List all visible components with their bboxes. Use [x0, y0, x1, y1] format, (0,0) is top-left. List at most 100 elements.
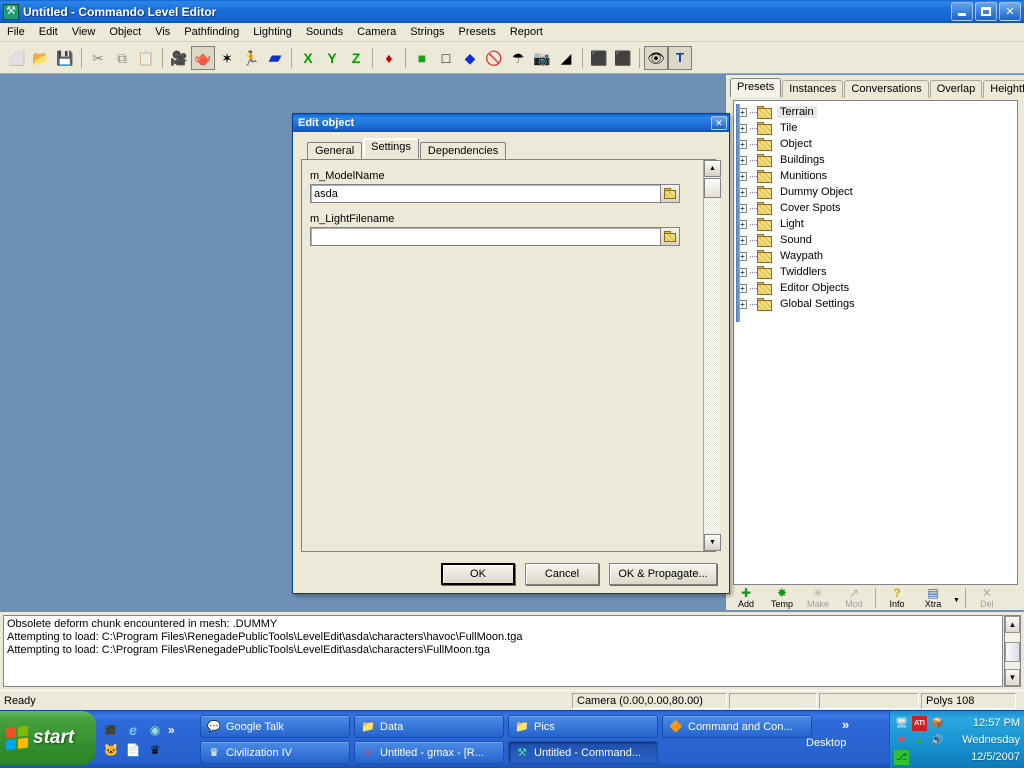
panel-tab-instances[interactable]: Instances: [782, 80, 843, 98]
log-scroll-down-button[interactable]: ▼: [1005, 669, 1020, 686]
drop-to-ground-icon[interactable]: ♦: [377, 46, 401, 70]
tiger-icon[interactable]: 🐱: [102, 741, 120, 759]
tree-item-munitions[interactable]: +Munitions: [738, 168, 1017, 184]
volume-icon[interactable]: 🔊: [930, 733, 945, 748]
ati-icon[interactable]: ATI: [912, 716, 927, 731]
axis-z-icon[interactable]: Z: [344, 46, 368, 70]
panel-tab-heightfield[interactable]: Heightfield: [983, 80, 1024, 98]
log-scroll-up-button[interactable]: ▲: [1005, 616, 1020, 633]
tree-item-twiddlers[interactable]: +Twiddlers: [738, 264, 1017, 280]
axis-gizmo-icon[interactable]: ✶: [215, 46, 239, 70]
internet-explorer-icon[interactable]: e: [124, 721, 142, 739]
save-disk-icon[interactable]: 💾: [53, 46, 77, 70]
green-cube-icon[interactable]: ■: [410, 46, 434, 70]
avg-icon[interactable]: ▲: [912, 733, 927, 748]
camera-path-icon[interactable]: 📷: [530, 46, 554, 70]
walk-mode-icon[interactable]: 🏃: [239, 46, 263, 70]
input-m_LightFilename[interactable]: [310, 227, 661, 246]
open-folder-icon[interactable]: 📂: [29, 46, 53, 70]
paste-clipboard-icon[interactable]: 📋: [134, 46, 158, 70]
panel-button-xtra[interactable]: ▤Xtra: [915, 585, 951, 610]
color-blocks-icon[interactable]: ⬛: [611, 46, 635, 70]
dialog-tab-dependencies[interactable]: Dependencies: [420, 142, 506, 160]
menu-item-strings[interactable]: Strings: [403, 24, 451, 40]
panel-button-make[interactable]: ✳Make: [800, 585, 836, 610]
task-button-4[interactable]: ♛Civilization IV: [200, 741, 350, 764]
panel-tab-overlap[interactable]: Overlap: [930, 80, 983, 98]
no-entry-icon[interactable]: 🚫: [482, 46, 506, 70]
task-button-6[interactable]: ⚒Untitled - Command...: [508, 741, 658, 764]
task-button-2[interactable]: 📁Pics: [508, 715, 658, 738]
menu-item-vis[interactable]: Vis: [148, 24, 177, 40]
log-scrollbar[interactable]: ▲ ▼: [1004, 615, 1021, 687]
desktop-toolbar-label[interactable]: Desktop: [806, 737, 846, 749]
menu-item-edit[interactable]: Edit: [32, 24, 65, 40]
scroll-thumb[interactable]: [704, 178, 721, 198]
tree-item-sound[interactable]: +Sound: [738, 232, 1017, 248]
panel-button-temp[interactable]: ✸Temp: [764, 585, 800, 610]
menu-item-presets[interactable]: Presets: [452, 24, 503, 40]
scroll-up-button[interactable]: ▲: [704, 160, 721, 177]
tree-item-waypath[interactable]: +Waypath: [738, 248, 1017, 264]
menu-item-pathfinding[interactable]: Pathfinding: [177, 24, 246, 40]
cut-scissors-icon[interactable]: ✂: [86, 46, 110, 70]
close-button[interactable]: ✕: [999, 2, 1021, 21]
start-button[interactable]: start: [0, 711, 96, 765]
menu-item-camera[interactable]: Camera: [350, 24, 403, 40]
scroll-down-button[interactable]: ▼: [704, 534, 721, 551]
task-button-5[interactable]: ⑂Untitled - gmax - [R...: [354, 741, 504, 764]
lightbulb-icon[interactable]: ☂: [506, 46, 530, 70]
task-overflow-icon[interactable]: »: [842, 717, 849, 732]
network-activity-icon[interactable]: ⎇: [894, 750, 909, 765]
tree-item-cover-spots[interactable]: +Cover Spots: [738, 200, 1017, 216]
new-icon[interactable]: ⬜: [5, 46, 29, 70]
presets-tree[interactable]: +Terrain+Tile+Object+Buildings+Munitions…: [733, 100, 1018, 585]
wireframe-cube-icon[interactable]: □: [434, 46, 458, 70]
tree-item-buildings[interactable]: +Buildings: [738, 152, 1017, 168]
tree-item-light[interactable]: +Light: [738, 216, 1017, 232]
axis-x-icon[interactable]: X: [296, 46, 320, 70]
document-icon[interactable]: 📄: [124, 741, 142, 759]
log-scroll-thumb[interactable]: [1005, 642, 1020, 662]
network-icon[interactable]: 🖥: [894, 716, 909, 731]
minimize-button[interactable]: [951, 2, 973, 21]
colored-cubes-icon[interactable]: ⬛: [587, 46, 611, 70]
eye-visibility-icon[interactable]: 👁: [644, 46, 668, 70]
menu-item-lighting[interactable]: Lighting: [246, 24, 299, 40]
tree-item-terrain[interactable]: +Terrain: [738, 104, 1017, 120]
tree-item-tile[interactable]: +Tile: [738, 120, 1017, 136]
dialog-tab-general[interactable]: General: [307, 142, 362, 160]
menu-item-object[interactable]: Object: [102, 24, 148, 40]
camera-icon[interactable]: 🎥: [167, 46, 191, 70]
dialog-close-button[interactable]: ✕: [711, 116, 727, 130]
panel-button-del[interactable]: ✕Del: [969, 585, 1005, 610]
maximize-button[interactable]: [975, 2, 997, 21]
axis-y-icon[interactable]: Y: [320, 46, 344, 70]
panel-tab-conversations[interactable]: Conversations: [844, 80, 928, 98]
output-log[interactable]: Obsolete deform chunk encountered in mes…: [3, 615, 1003, 687]
bf2142-icon[interactable]: ⬛: [102, 721, 120, 739]
media-icon[interactable]: ◉: [146, 721, 164, 739]
teapot-object-icon[interactable]: 🫖: [191, 46, 215, 70]
quicklaunch-overflow-icon[interactable]: »: [168, 721, 175, 737]
dialog-scrollbar[interactable]: ▲ ▼: [703, 160, 720, 551]
angle-tool-icon[interactable]: ◢: [554, 46, 578, 70]
update-icon[interactable]: 📦: [930, 716, 945, 731]
terrain-plane-icon[interactable]: ▰: [263, 46, 287, 70]
tree-item-editor-objects[interactable]: +Editor Objects: [738, 280, 1017, 296]
menu-item-view[interactable]: View: [65, 24, 103, 40]
civ-icon[interactable]: ♛: [146, 741, 164, 759]
browse-button-m_LightFilename[interactable]: [660, 227, 680, 246]
panel-button-mod[interactable]: ↗Mod: [836, 585, 872, 610]
copy-icon[interactable]: ⧉: [110, 46, 134, 70]
dialog-button-ok-propagate[interactable]: OK & Propagate...: [609, 563, 717, 585]
dialog-tab-settings[interactable]: Settings: [363, 138, 419, 158]
gmail-notifier-icon[interactable]: ❤: [894, 733, 909, 748]
task-button-1[interactable]: 📁Data: [354, 715, 504, 738]
vis-eye-icon[interactable]: ◆: [458, 46, 482, 70]
dialog-button-ok[interactable]: OK: [441, 563, 515, 585]
tree-item-global-settings[interactable]: +Global Settings: [738, 296, 1017, 312]
menu-item-report[interactable]: Report: [503, 24, 550, 40]
dialog-button-cancel[interactable]: Cancel: [525, 563, 599, 585]
browse-button-m_ModelName[interactable]: [660, 184, 680, 203]
